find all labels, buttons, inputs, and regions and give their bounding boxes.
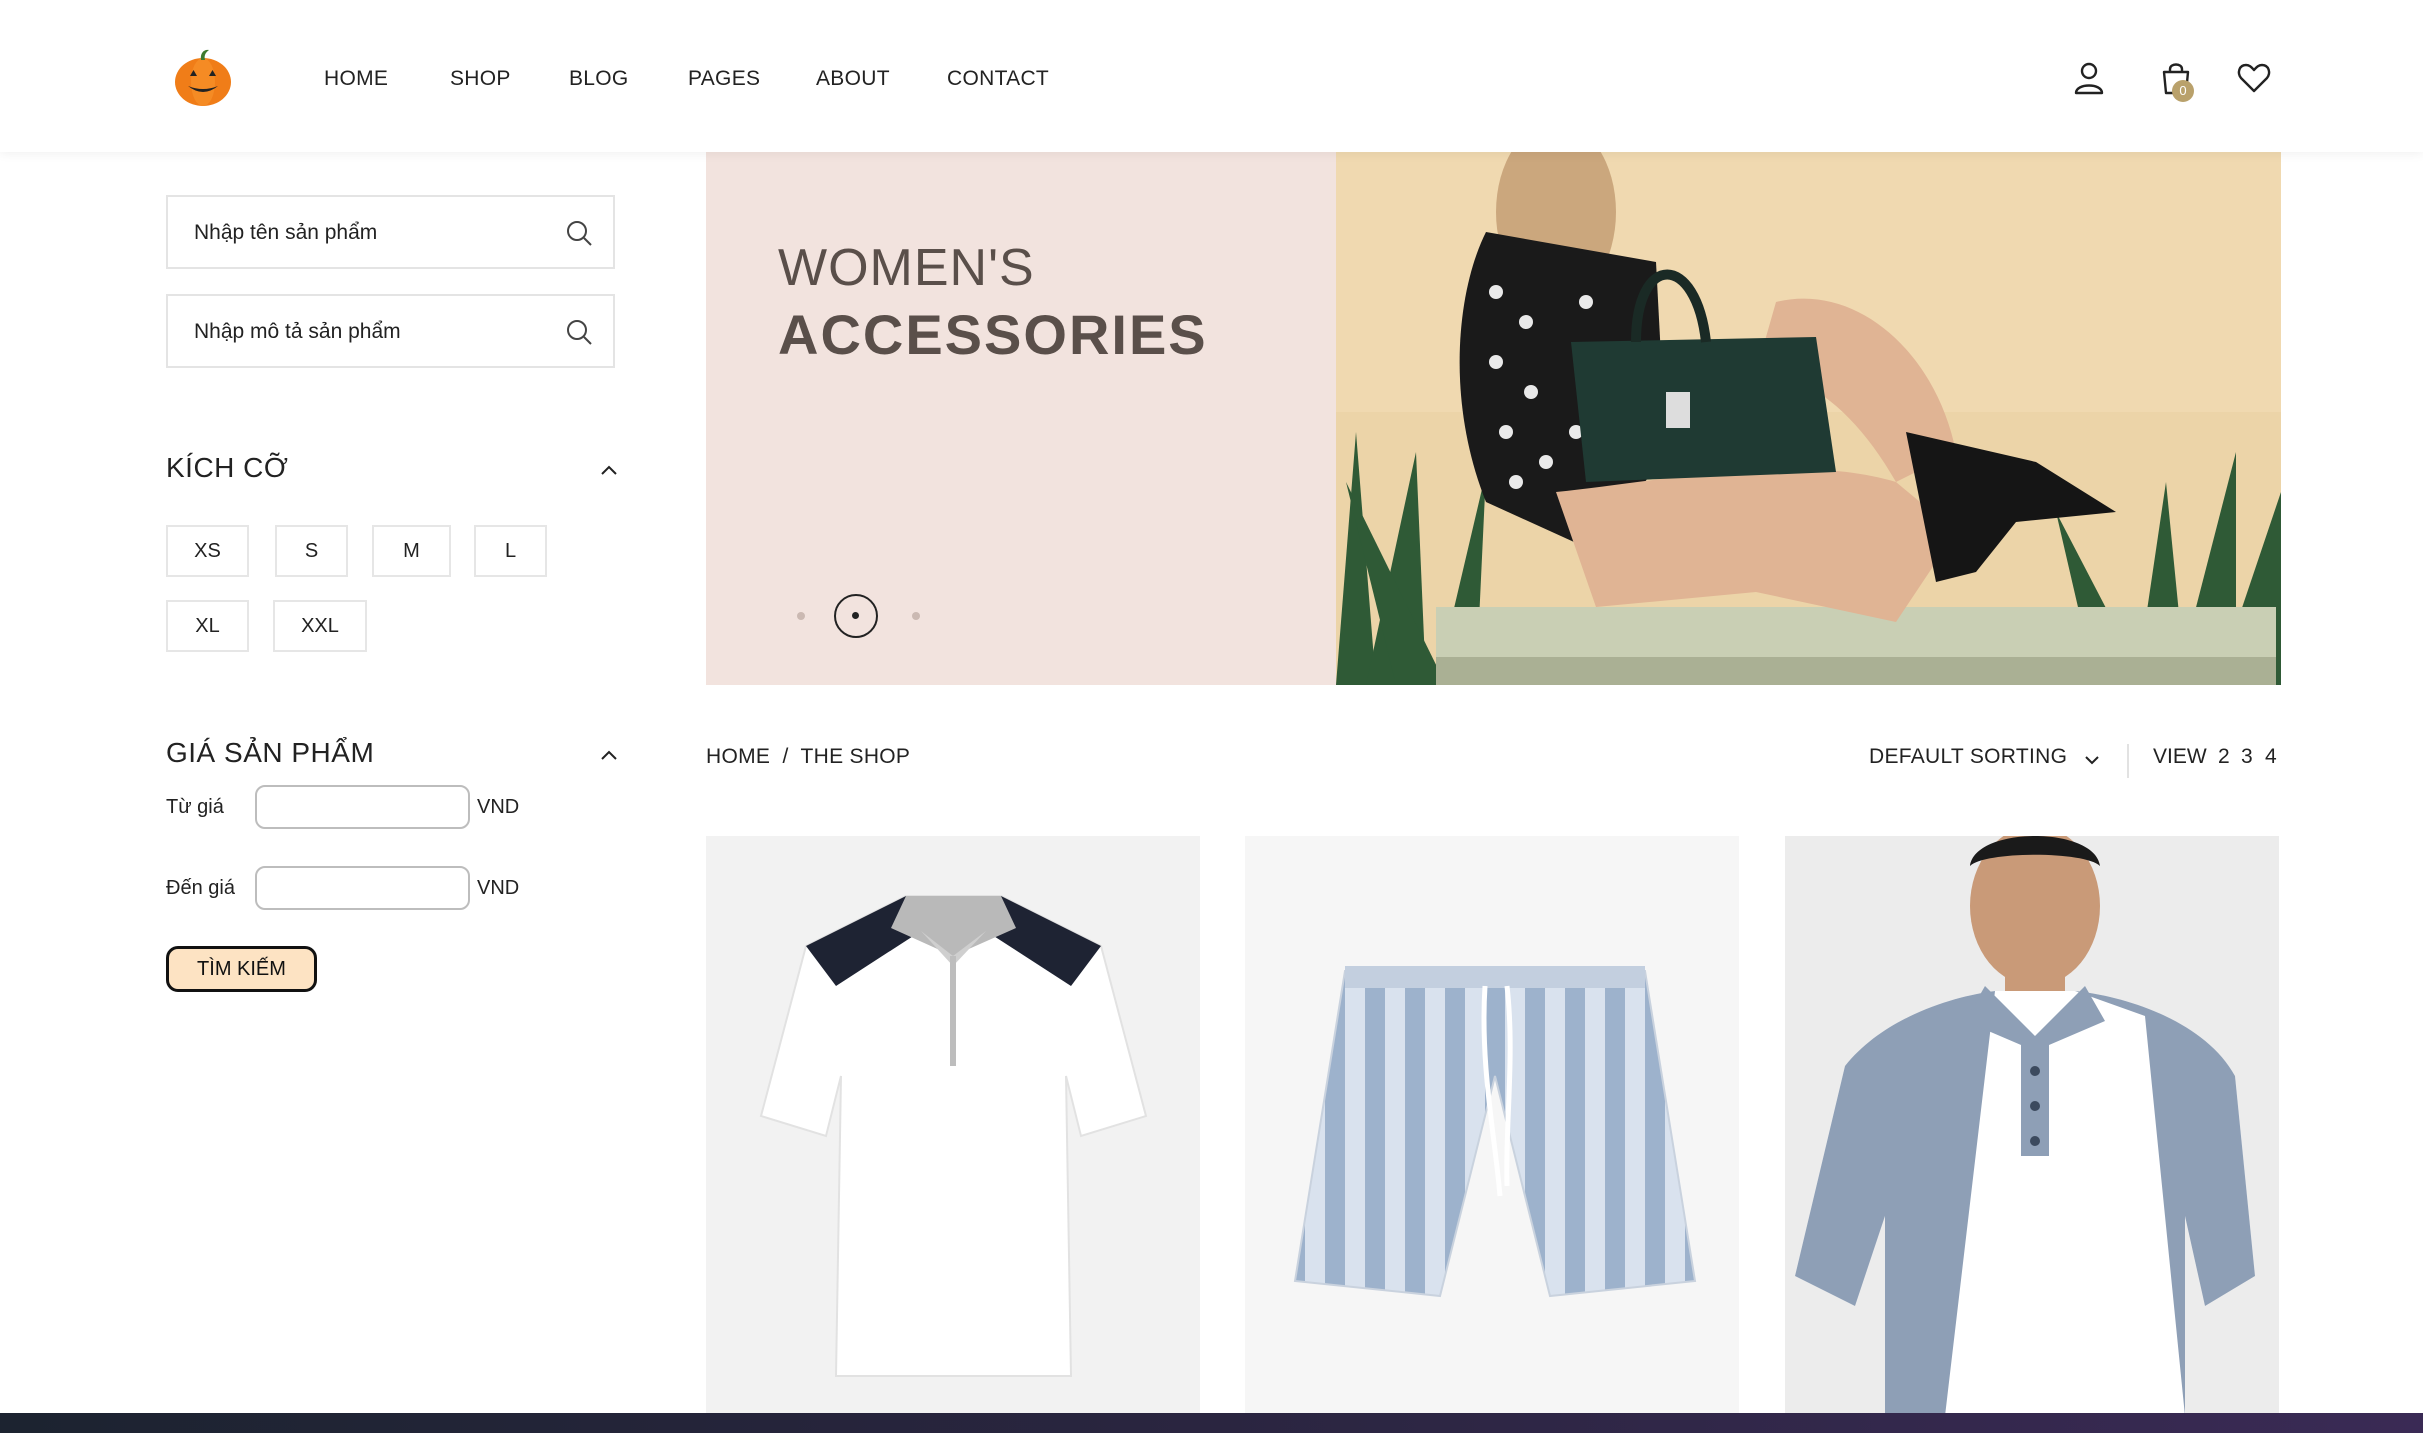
sort-dropdown[interactable]: DEFAULT SORTING	[1869, 745, 2067, 769]
slider-dot-1[interactable]	[797, 612, 805, 620]
nav-blog[interactable]: BLOG	[569, 64, 629, 94]
slider-dot-2-active[interactable]	[834, 594, 878, 638]
size-filter-title: KÍCH CỠ	[166, 452, 289, 483]
breadcrumb[interactable]: HOME / THE SHOP	[706, 745, 910, 769]
price-filter-title: GIÁ SẢN PHẨM	[166, 737, 375, 768]
price-to-input[interactable]	[255, 866, 470, 910]
price-to-label: Đến giá	[166, 877, 235, 899]
product-image-striped-shorts	[1245, 836, 1739, 1416]
banner-heading-line1: WOMEN'S	[778, 239, 1035, 297]
nav-pages[interactable]: PAGES	[688, 64, 760, 94]
slider-dot-3[interactable]	[912, 612, 920, 620]
size-option-l[interactable]: L	[474, 525, 547, 577]
view-label: VIEW	[2153, 745, 2207, 768]
chevron-down-icon[interactable]	[2083, 754, 2101, 766]
product-image-polo-shirt	[706, 836, 1200, 1416]
product-card-polo-white[interactable]	[706, 836, 1200, 1416]
price-to-currency: VND	[477, 877, 520, 899]
product-name-search	[166, 195, 615, 269]
product-desc-search-input[interactable]	[194, 316, 554, 348]
size-option-s[interactable]: S	[275, 525, 348, 577]
search-icon[interactable]	[565, 219, 593, 247]
pumpkin-logo[interactable]	[170, 44, 236, 110]
product-name-search-input[interactable]	[194, 217, 554, 249]
nav-home[interactable]: HOME	[324, 64, 388, 94]
banner-model-photo	[1336, 152, 2281, 685]
chevron-up-icon[interactable]	[598, 463, 620, 477]
product-image-polo-model	[1785, 836, 2279, 1416]
cart-count-badge: 0	[2172, 80, 2194, 102]
search-icon[interactable]	[565, 318, 593, 346]
product-card-striped-shorts[interactable]	[1245, 836, 1739, 1416]
hero-banner: WOMEN'S ACCESSORIES	[706, 152, 2281, 685]
os-taskbar	[0, 1413, 2423, 1433]
view-option-3[interactable]: 3	[2241, 745, 2253, 769]
size-option-m[interactable]: M	[372, 525, 451, 577]
banner-heading-line2: ACCESSORIES	[778, 303, 1208, 366]
user-icon[interactable]	[2071, 60, 2107, 96]
price-from-currency: VND	[477, 796, 520, 818]
size-option-xl[interactable]: XL	[166, 600, 249, 652]
toolbar-divider	[2127, 744, 2129, 778]
nav-contact[interactable]: CONTACT	[947, 64, 1049, 94]
view-option-2[interactable]: 2	[2218, 745, 2230, 769]
product-card-polo-model[interactable]	[1785, 836, 2279, 1416]
chevron-up-icon[interactable]	[598, 748, 620, 762]
product-desc-search	[166, 294, 615, 368]
price-from-input[interactable]	[255, 785, 470, 829]
size-option-xs[interactable]: XS	[166, 525, 249, 577]
size-option-xxl[interactable]: XXL	[273, 600, 367, 652]
site-header: HOME SHOP BLOG PAGES ABOUT CONTACT 0	[0, 0, 2423, 152]
view-option-4[interactable]: 4	[2265, 745, 2277, 769]
price-search-button[interactable]: TÌM KIẾM	[166, 946, 317, 992]
nav-about[interactable]: ABOUT	[816, 64, 890, 94]
price-from-label: Từ giá	[166, 796, 224, 818]
heart-icon[interactable]	[2236, 60, 2272, 96]
nav-shop[interactable]: SHOP	[450, 64, 511, 94]
